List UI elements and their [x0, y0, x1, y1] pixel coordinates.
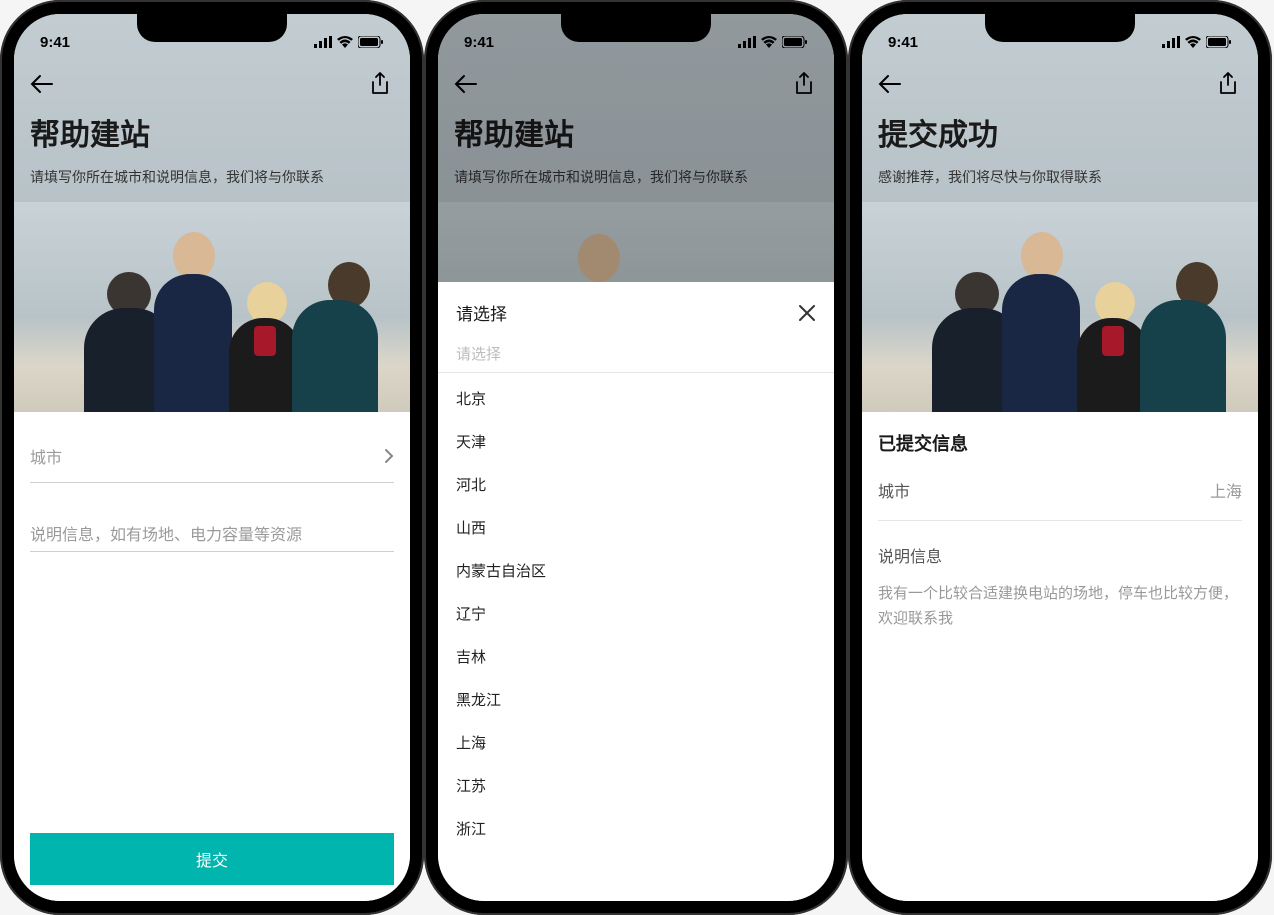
- back-button[interactable]: [28, 70, 56, 98]
- sheet-search-placeholder: 请选择: [456, 346, 501, 363]
- city-value: 上海: [1210, 478, 1242, 502]
- battery-icon: [358, 36, 384, 48]
- sheet-title: 请选择: [456, 300, 507, 325]
- nav-bar: [14, 62, 410, 106]
- page-title: 帮助建站: [30, 110, 394, 154]
- submitted-heading: 已提交信息: [878, 430, 1242, 456]
- header: 9:41 帮助建站 请填写: [14, 14, 410, 412]
- hero-image: [14, 202, 410, 412]
- signal-icon: [314, 36, 332, 48]
- city-option[interactable]: 上海: [456, 721, 816, 764]
- header: 9:41 提交成功 感谢推: [862, 14, 1258, 412]
- submitted-city-row: 城市 上海: [878, 478, 1242, 521]
- city-label: 城市: [30, 444, 62, 468]
- city-option[interactable]: 河北: [456, 463, 816, 506]
- wifi-icon: [337, 36, 353, 48]
- city-key: 城市: [878, 478, 910, 502]
- status-icons: [1162, 36, 1232, 48]
- notes-value: 我有一个比较合适建换电站的场地，停车也比较方便，欢迎联系我: [878, 581, 1242, 632]
- page-subtitle: 感谢推荐，我们将尽快与你取得联系: [878, 168, 1242, 188]
- city-option[interactable]: 内蒙古自治区: [456, 549, 816, 592]
- battery-icon: [1206, 36, 1232, 48]
- back-arrow-icon: [30, 74, 54, 94]
- back-button[interactable]: [876, 70, 904, 98]
- city-option[interactable]: 辽宁: [456, 592, 816, 635]
- notes-field[interactable]: 说明信息，如有场地、电力容量等资源: [30, 509, 394, 552]
- sheet-search[interactable]: 请选择: [438, 337, 834, 373]
- status-time: 9:41: [888, 34, 918, 51]
- wifi-icon: [1185, 36, 1201, 48]
- overlay-backdrop[interactable]: [438, 14, 834, 282]
- city-option[interactable]: 天津: [456, 420, 816, 463]
- notes-key: 说明信息: [878, 543, 1242, 567]
- submitted-content: 已提交信息 城市 上海 说明信息 我有一个比较合适建换电站的场地，停车也比较方便…: [862, 412, 1258, 901]
- hero-image: [862, 202, 1258, 412]
- city-field[interactable]: 城市: [30, 430, 394, 483]
- picker-overlay: 请选择 请选择 北京 天津 河北 山西 内蒙古自治区 辽宁: [438, 14, 834, 901]
- city-option[interactable]: 浙江: [456, 807, 816, 850]
- city-option[interactable]: 北京: [456, 377, 816, 420]
- nav-bar: [862, 62, 1258, 106]
- city-list[interactable]: 北京 天津 河北 山西 内蒙古自治区 辽宁 吉林 黑龙江 上海 江苏 浙江: [438, 373, 834, 901]
- city-option[interactable]: 江苏: [456, 764, 816, 807]
- close-icon: [798, 304, 816, 322]
- status-time: 9:41: [40, 34, 70, 51]
- header-text: 帮助建站 请填写你所在城市和说明信息，我们将与你联系: [14, 106, 410, 202]
- city-option[interactable]: 山西: [456, 506, 816, 549]
- page-subtitle: 请填写你所在城市和说明信息，我们将与你联系: [30, 168, 394, 188]
- city-option[interactable]: 吉林: [456, 635, 816, 678]
- share-icon: [1218, 72, 1238, 96]
- header-text: 提交成功 感谢推荐，我们将尽快与你取得联系: [862, 106, 1258, 202]
- close-button[interactable]: [798, 304, 816, 322]
- share-button[interactable]: [366, 70, 394, 98]
- page-title: 提交成功: [878, 110, 1242, 154]
- form-content: 城市 说明信息，如有场地、电力容量等资源 提交: [14, 412, 410, 901]
- notes-placeholder: 说明信息，如有场地、电力容量等资源: [30, 527, 302, 544]
- city-option[interactable]: 黑龙江: [456, 678, 816, 721]
- chevron-right-icon: [384, 448, 394, 464]
- submit-label: 提交: [196, 847, 228, 871]
- submit-button[interactable]: 提交: [30, 833, 394, 885]
- signal-icon: [1162, 36, 1180, 48]
- share-icon: [370, 72, 390, 96]
- status-icons: [314, 36, 384, 48]
- back-arrow-icon: [878, 74, 902, 94]
- city-picker-sheet: 请选择 请选择 北京 天津 河北 山西 内蒙古自治区 辽宁: [438, 282, 834, 901]
- share-button[interactable]: [1214, 70, 1242, 98]
